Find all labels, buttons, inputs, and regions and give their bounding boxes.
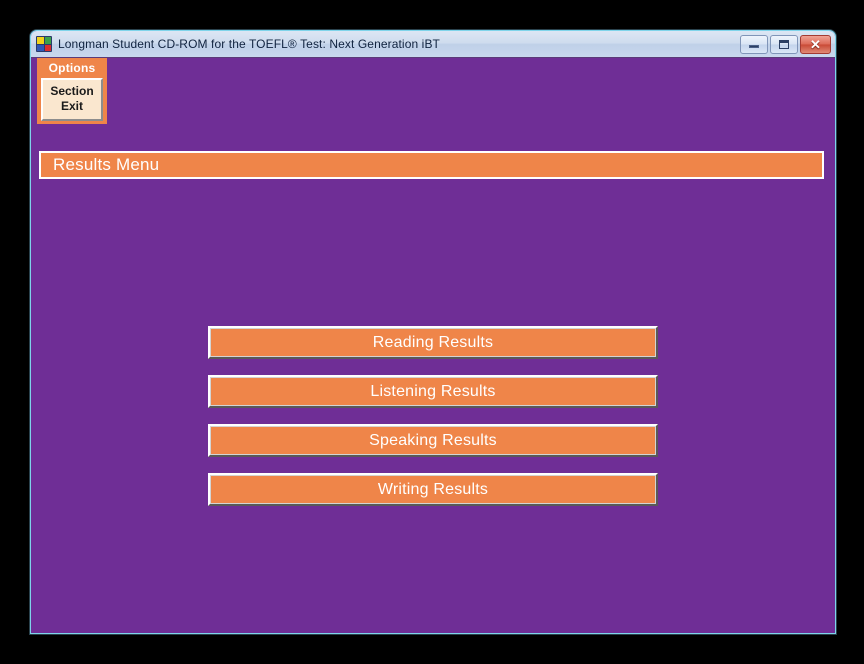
minimize-icon — [749, 45, 759, 48]
speaking-results-label: Speaking Results — [369, 431, 497, 449]
results-buttons-group: Reading Results Listening Results Speaki… — [31, 326, 835, 506]
window-controls: ✕ — [740, 34, 833, 54]
results-menu-header-bar: Results Menu — [39, 151, 824, 179]
options-panel: Options Section Exit — [37, 58, 107, 124]
desktop-background: Longman Student CD-ROM for the TOEFL® Te… — [0, 0, 864, 664]
section-exit-button[interactable]: Section Exit — [41, 78, 103, 121]
writing-results-label: Writing Results — [377, 480, 489, 498]
minimize-button[interactable] — [740, 34, 768, 54]
application-window: Longman Student CD-ROM for the TOEFL® Te… — [30, 30, 836, 634]
icon-tile-blue — [37, 44, 44, 51]
app-grid-icon — [36, 36, 52, 52]
listening-results-label: Listening Results — [370, 382, 496, 400]
reading-results-label: Reading Results — [372, 333, 494, 351]
window-title-bar[interactable]: Longman Student CD-ROM for the TOEFL® Te… — [31, 31, 835, 58]
close-button[interactable]: ✕ — [800, 34, 831, 54]
results-menu-title: Results Menu — [53, 155, 160, 174]
options-panel-title: Options — [48, 61, 96, 75]
speaking-results-button[interactable]: Speaking Results — [208, 424, 658, 457]
section-exit-label-line1: Section — [50, 84, 94, 98]
icon-tile-green — [44, 37, 51, 44]
window-title-text: Longman Student CD-ROM for the TOEFL® Te… — [58, 37, 440, 51]
section-exit-label-line2: Exit — [60, 99, 83, 113]
writing-results-button[interactable]: Writing Results — [208, 473, 658, 506]
listening-results-button[interactable]: Listening Results — [208, 375, 658, 408]
maximize-button[interactable] — [770, 34, 798, 54]
reading-results-button[interactable]: Reading Results — [208, 326, 658, 359]
icon-tile-yellow — [37, 37, 44, 44]
maximize-icon — [779, 39, 789, 49]
icon-tile-red — [44, 44, 51, 51]
close-icon: ✕ — [810, 36, 821, 52]
application-client-area: Options Section Exit Results Menu Readin… — [31, 58, 835, 633]
